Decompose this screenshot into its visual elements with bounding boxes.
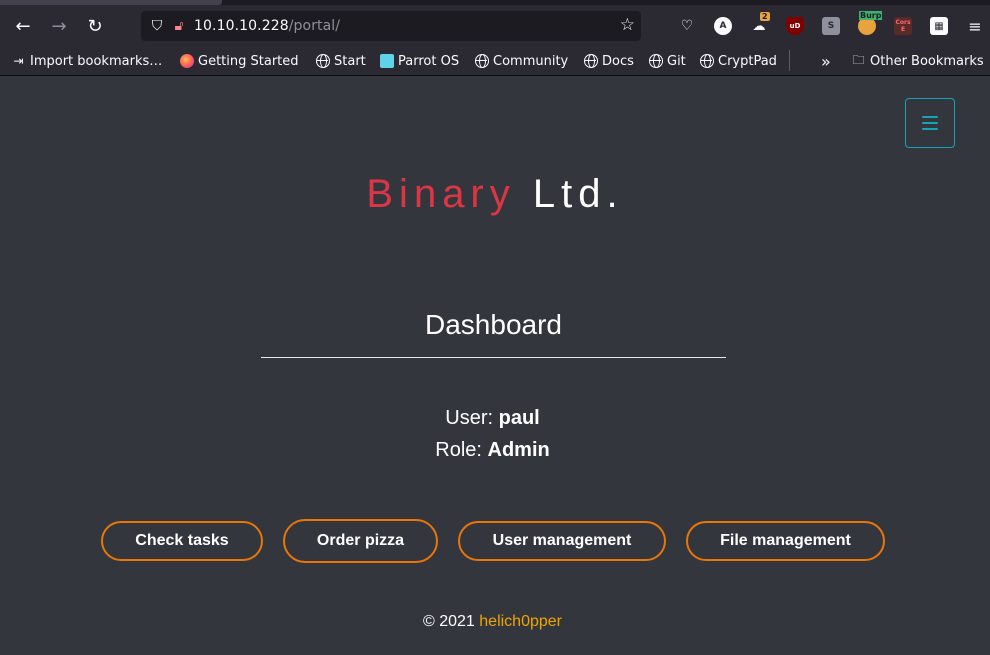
globe-icon [648,54,663,69]
import-icon: ⇥ [13,54,24,68]
other-bookmarks[interactable]: 🗀︎ Other Bookmarks [851,52,984,70]
bookmarks-divider [789,50,790,71]
shield-icon[interactable]: ⛉ [146,15,168,37]
s-extension-icon[interactable]: S [822,17,840,35]
bookmark-start[interactable]: Start [315,52,366,70]
footer: © 2021 helich0pper [0,613,985,631]
burp-label: Burp [859,11,883,20]
notification-extension-icon[interactable]: ☁ 2 [750,12,770,35]
url-host: 10.10.10.228 [194,18,289,34]
title-divider [261,357,726,358]
parrot-icon [379,54,394,69]
bookmark-community[interactable]: Community [474,52,568,70]
chevron-overflow-icon[interactable]: » [821,52,831,71]
back-icon[interactable]: ← [9,13,37,39]
bookmark-label: Community [493,53,569,69]
bookmark-label: Getting Started [198,53,299,69]
qr-code-icon[interactable]: ▦ [930,17,948,35]
user-management-button[interactable]: User management [458,521,666,561]
url-text[interactable]: 10.10.10.228/portal/ [194,18,340,34]
navbar-toggler-button[interactable] [905,98,955,148]
bookmark-label: CryptPad [718,53,777,69]
bookmark-cryptpad[interactable]: CryptPad [699,52,777,70]
site-brand: Binary Ltd. [0,172,990,217]
account-icon[interactable]: A [714,17,732,35]
user-label: User: [445,407,494,429]
cors-icon[interactable]: Cors E [894,17,912,35]
account-badge: A [719,21,727,31]
bookmark-getting-started[interactable]: Getting Started [179,52,299,70]
firefox-icon [179,54,194,69]
role-label: Role: [435,439,482,461]
bookmark-label: Parrot OS [398,53,460,69]
check-tasks-button[interactable]: Check tasks [101,521,263,561]
s-extension-label: S [827,21,835,31]
ublock-label: uD [789,22,801,30]
role-info: Role: Admin [0,439,985,462]
bookmark-import[interactable]: ⇥ Import bookmarks… [11,52,162,70]
file-management-button[interactable]: File management [686,521,885,561]
bookmark-label: Start [334,53,366,69]
notification-count: 2 [760,12,770,21]
menu-icon[interactable]: ≡ [966,17,984,36]
browser-toolbar: ← → ↻ ⛉ 🔓︎ 10.10.10.228/portal/ ☆ ♡ A ☁ … [0,5,990,45]
order-pizza-button[interactable]: Order pizza [283,519,438,563]
ublock-icon[interactable]: uD [786,17,804,35]
hamburger-icon [922,116,938,130]
insecure-lock-icon[interactable]: 🔓︎ [168,15,190,37]
globe-icon [315,54,330,69]
other-bookmarks-label: Other Bookmarks [870,53,984,69]
globe-icon [699,54,714,69]
bookmark-docs[interactable]: Docs [583,52,634,70]
bookmark-parrot-os[interactable]: Parrot OS [379,52,459,70]
burp-icon[interactable]: Burp [858,11,883,35]
pocket-icon[interactable]: ♡ [678,17,696,35]
url-path: /portal/ [288,18,341,34]
bookmark-label: Git [667,53,686,69]
brand-suffix: Ltd. [532,172,624,216]
forward-icon[interactable]: → [45,13,73,39]
globe-icon [583,54,598,69]
user-value: paul [498,407,540,429]
bookmark-label: Docs [602,53,634,69]
bookmark-star-icon[interactable]: ☆ [620,15,635,35]
folder-icon: 🗀︎ [852,52,865,67]
brand-name: Binary [366,172,516,216]
footer-copyright: © 2021 [422,613,475,630]
user-info: User: paul [0,407,985,430]
globe-icon [474,54,489,69]
role-value: Admin [487,439,550,461]
address-bar[interactable]: ⛉ 🔓︎ 10.10.10.228/portal/ ☆ [141,11,641,41]
footer-author-link[interactable]: helich0pper [479,613,562,630]
cors-label: Cors E [895,19,911,33]
bookmark-label: Import bookmarks… [30,53,163,69]
bookmark-git[interactable]: Git [648,52,686,70]
page-title: Dashboard [425,309,562,340]
reload-icon[interactable]: ↻ [81,13,109,39]
